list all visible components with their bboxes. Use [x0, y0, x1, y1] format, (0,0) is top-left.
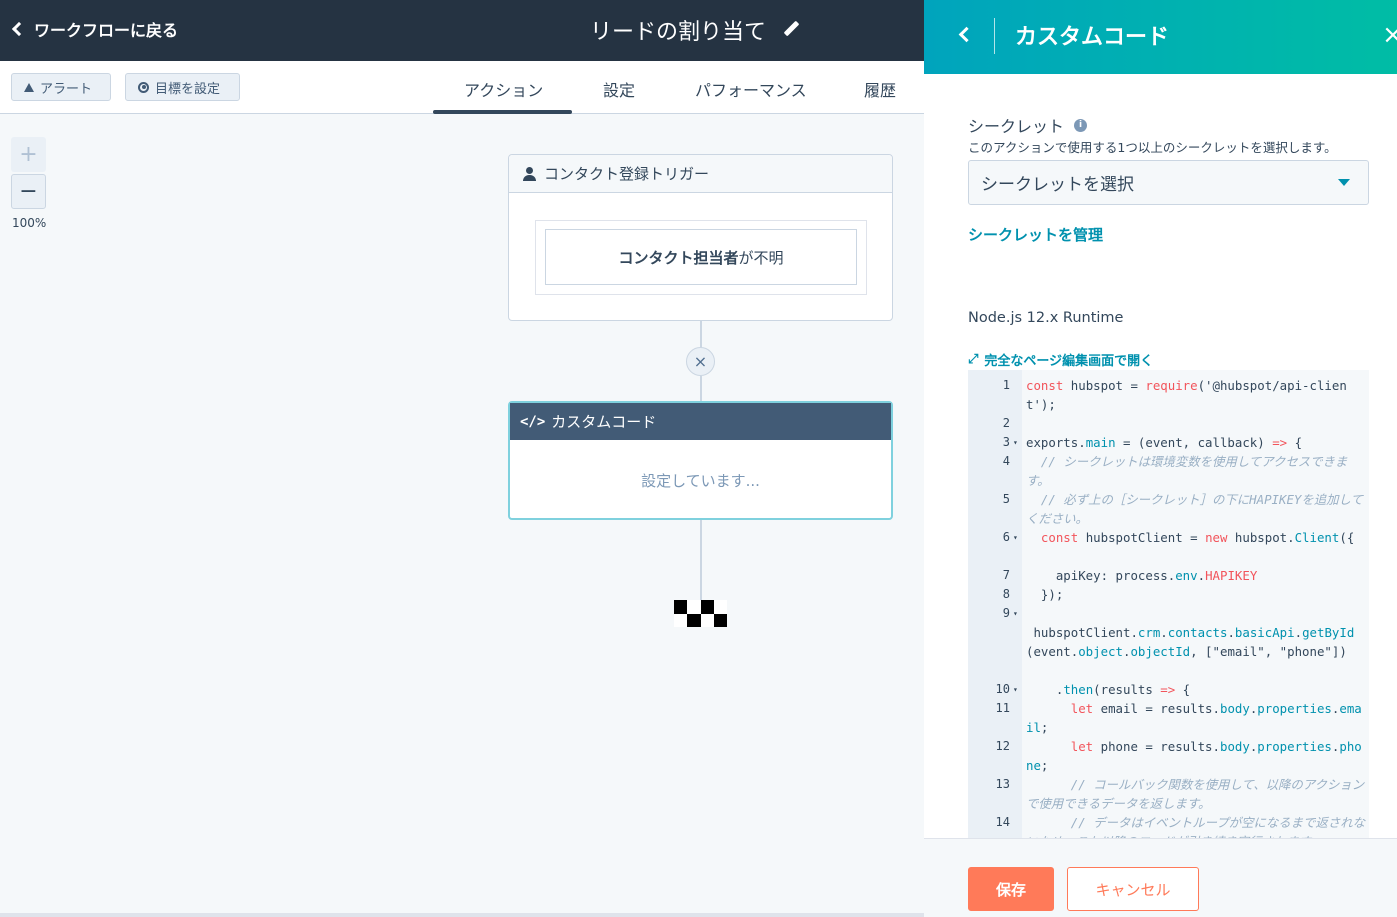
- connector-line: [700, 320, 702, 348]
- custom-code-card-status: 設定しています...: [641, 472, 760, 490]
- code-text: let email = results.body.properties.emai…: [1026, 701, 1362, 735]
- secret-help-text: このアクションで使用する1つ以上のシークレットを選択します。: [968, 140, 1337, 155]
- tab-history[interactable]: 履歴: [864, 77, 896, 101]
- trigger-card-title: コンタクト登録トリガー: [544, 165, 710, 183]
- header-divider: [994, 18, 995, 54]
- contact-icon: [523, 166, 536, 181]
- set-goal-label: 目標を設定: [155, 81, 221, 97]
- custom-code-card-title: カスタムコード: [551, 413, 657, 431]
- code-text: const hubspot = require('@hubspot/api-cl…: [1026, 378, 1347, 412]
- pencil-icon[interactable]: [784, 22, 800, 38]
- secret-select-value: シークレットを選択: [981, 175, 1134, 195]
- panel-title: カスタムコード: [1015, 25, 1170, 50]
- close-icon[interactable]: ×: [1382, 20, 1397, 50]
- chevron-left-icon[interactable]: [958, 26, 975, 43]
- code-text: .then(results => {: [1026, 682, 1191, 697]
- custom-code-action-card[interactable]: </> カスタムコード 設定しています...: [508, 401, 893, 520]
- fold-toggle-icon[interactable]: ▾: [1013, 528, 1018, 547]
- enrollment-trigger-card[interactable]: コンタクト登録トリガー コンタクト担当者 が不明: [508, 154, 893, 321]
- line-number: 4: [1002, 454, 1010, 468]
- checkered-flag-icon: [674, 600, 727, 627]
- line-number: 7: [1002, 568, 1010, 582]
- open-full-page-label: 完全なページ編集画面で開く: [984, 354, 1154, 369]
- cancel-button[interactable]: キャンセル: [1067, 867, 1199, 911]
- line-number: 2: [1002, 416, 1010, 430]
- secret-label: シークレット i: [968, 113, 1088, 137]
- target-icon: [138, 81, 149, 93]
- warning-icon: [24, 82, 34, 92]
- connector-line: [700, 376, 702, 402]
- code-text: apiKey: process.env.HAPIKEY: [1026, 568, 1258, 583]
- code-editor[interactable]: 1 const hubspot = require('@hubspot/api-c…: [968, 370, 1369, 838]
- code-icon: </>: [520, 413, 546, 430]
- back-to-workflows-link[interactable]: ワークフローに戻る: [11, 17, 179, 41]
- code-text: // コールバック関数を使用して、以降のアクションで使用できるデータを返します。: [1026, 777, 1365, 811]
- alert-button-label: アラート: [40, 81, 93, 97]
- fold-toggle-icon[interactable]: ▾: [1013, 604, 1018, 623]
- trigger-card-header: コンタクト登録トリガー: [509, 155, 892, 193]
- active-tab-indicator: [433, 110, 572, 114]
- manage-secrets-link[interactable]: シークレットを管理: [968, 224, 1103, 245]
- secret-select[interactable]: シークレットを選択: [968, 160, 1369, 205]
- code-text: });: [1026, 587, 1064, 602]
- code-text: hubspotClient.crm.contacts.basicApi.getB…: [1026, 625, 1355, 659]
- workflow-header: ワークフローに戻る リードの割り当て: [0, 0, 924, 61]
- line-number: 3: [1002, 435, 1010, 449]
- fold-toggle-icon[interactable]: ▾: [1013, 433, 1018, 452]
- chevron-left-icon: [11, 21, 27, 37]
- connector-line: [700, 520, 702, 600]
- code-text: let phone = results.body.properties.phon…: [1026, 739, 1362, 773]
- filter-condition: が不明: [738, 248, 784, 267]
- line-number: 10: [995, 682, 1010, 696]
- workflow-toolbar: アラート 目標を設定 アクション 設定 パフォーマンス 履歴: [0, 61, 924, 114]
- save-button[interactable]: 保存: [968, 867, 1054, 911]
- fold-toggle-icon[interactable]: ▾: [1013, 680, 1018, 699]
- close-icon[interactable]: ×: [686, 347, 715, 376]
- line-number: 5: [1002, 492, 1010, 506]
- code-text: exports.main = (event, callback) => {: [1026, 435, 1303, 450]
- open-full-page-link[interactable]: ⤢ 完全なページ編集画面で開く: [968, 350, 1153, 369]
- tab-performance[interactable]: パフォーマンス: [695, 77, 807, 101]
- panel-header: カスタムコード ×: [924, 0, 1397, 74]
- line-number: 8: [1002, 587, 1010, 601]
- horizontal-scrollbar[interactable]: [0, 913, 924, 917]
- expand-icon: ⤢: [968, 352, 979, 367]
- tab-settings[interactable]: 設定: [603, 77, 635, 101]
- line-number: 13: [995, 777, 1010, 791]
- line-number: 11: [995, 701, 1010, 715]
- workflow-title-text: リードの割り当て: [590, 20, 767, 45]
- trigger-filter[interactable]: コンタクト担当者 が不明: [545, 229, 857, 285]
- trigger-filter-group: コンタクト担当者 が不明: [535, 220, 867, 295]
- line-number: 1: [1002, 378, 1010, 392]
- filter-property: コンタクト担当者: [618, 248, 739, 267]
- code-text: // シークレットは環境変数を使用してアクセスできます。: [1026, 454, 1348, 488]
- code-text: // データはイベントループが空になるまで返されないため、これ以降のコードが引き…: [1026, 815, 1365, 838]
- line-number: 12: [995, 739, 1010, 753]
- alert-button[interactable]: アラート: [11, 73, 111, 101]
- custom-code-card-header: </> カスタムコード: [510, 403, 891, 440]
- set-goal-button[interactable]: 目標を設定: [125, 73, 240, 101]
- workflow-title[interactable]: リードの割り当て: [590, 14, 800, 46]
- panel-footer: 保存 キャンセル: [924, 838, 1397, 917]
- custom-code-panel: カスタムコード × シークレット i このアクションで使用する1つ以上のシークレ…: [924, 0, 1397, 917]
- line-number: 14: [995, 815, 1010, 829]
- caret-down-icon: [1338, 179, 1350, 186]
- tab-actions[interactable]: アクション: [464, 77, 543, 101]
- line-number: 9: [1002, 606, 1010, 620]
- secret-label-text: シークレット: [968, 117, 1065, 136]
- zoom-level: 100%: [12, 216, 47, 230]
- code-text: // 必ず上の［シークレット］の下にHAPIKEYを追加してください。: [1026, 492, 1363, 526]
- zoom-in-button[interactable]: +: [11, 137, 46, 172]
- zoom-out-button[interactable]: −: [11, 174, 46, 209]
- runtime-label: Node.js 12.x Runtime: [968, 310, 1124, 326]
- code-text: const hubspotClient = new hubspot.Client…: [1040, 530, 1355, 545]
- line-number: 6: [1002, 530, 1010, 544]
- info-icon[interactable]: i: [1074, 118, 1088, 132]
- back-link-label: ワークフローに戻る: [34, 21, 179, 40]
